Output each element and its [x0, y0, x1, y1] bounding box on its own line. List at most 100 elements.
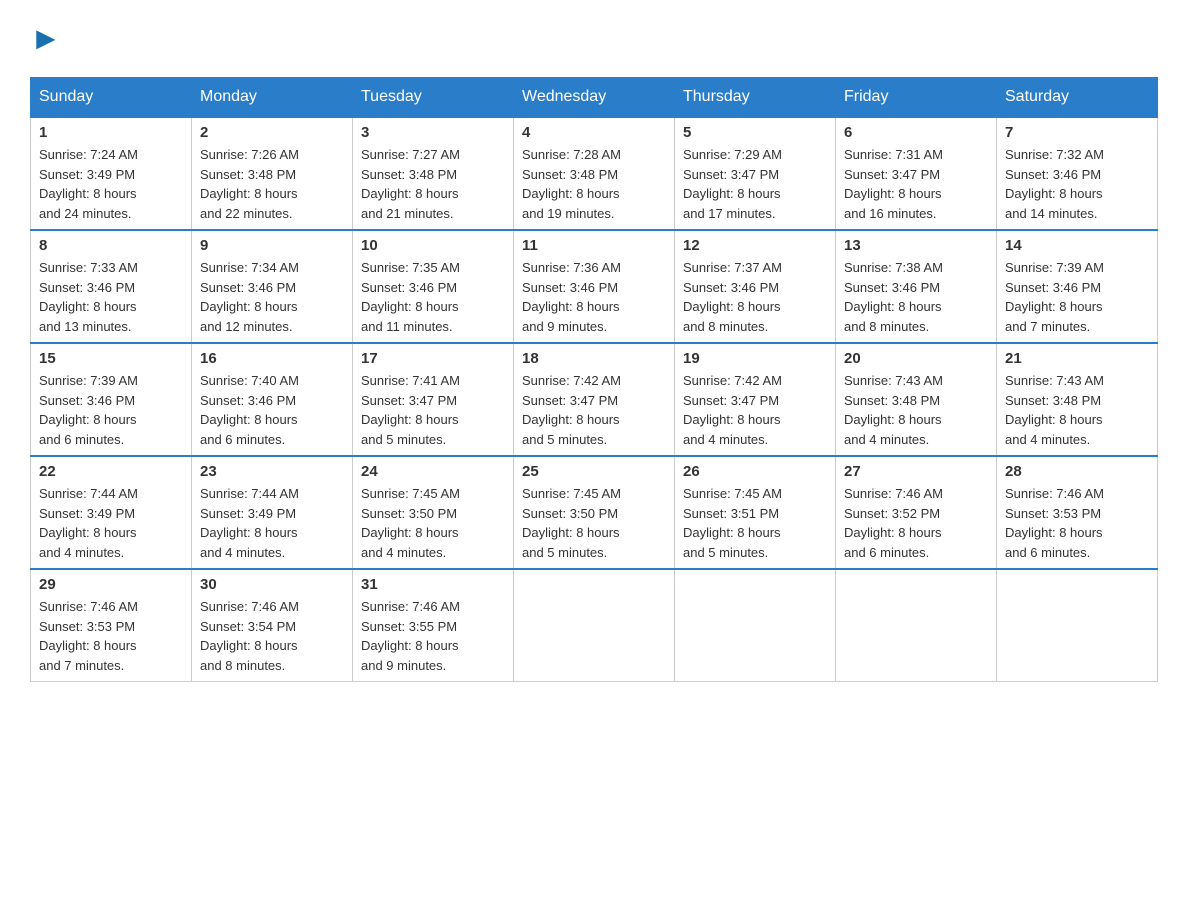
day-number: 27: [844, 463, 988, 480]
day-info: Sunrise: 7:46 AMSunset: 3:55 PMDaylight:…: [361, 597, 505, 675]
calendar-cell: 13 Sunrise: 7:38 AMSunset: 3:46 PMDayligh…: [836, 230, 997, 343]
calendar-header-row: SundayMondayTuesdayWednesdayThursdayFrid…: [31, 78, 1158, 118]
day-info: Sunrise: 7:41 AMSunset: 3:47 PMDaylight:…: [361, 371, 505, 449]
calendar-cell: 9Sunrise: 7:34 AMSunset: 3:46 PMDaylight…: [192, 230, 353, 343]
calendar-cell: 19Sunrise: 7:42 AMSunset: 3:47 PMDayligh…: [675, 343, 836, 456]
day-info: Sunrise: 7:40 AMSunset: 3:46 PMDaylight:…: [200, 371, 344, 449]
day-number: 18: [522, 350, 666, 367]
day-number: 15: [39, 350, 183, 367]
calendar-cell: 12 Sunrise: 7:37 AMSunset: 3:46 PMDayligh…: [675, 230, 836, 343]
day-number: 14: [1005, 237, 1149, 254]
day-number: 31: [361, 576, 505, 593]
day-info: Sunrise: 7:34 AMSunset: 3:46 PMDaylight:…: [200, 258, 344, 336]
day-info: Sunrise: 7:26 AMSunset: 3:48 PMDaylight:…: [200, 145, 344, 223]
day-number: 7: [1005, 124, 1149, 141]
calendar-cell: 11Sunrise: 7:36 AMSunset: 3:46 PMDayligh…: [514, 230, 675, 343]
day-number: 26: [683, 463, 827, 480]
day-number: 4: [522, 124, 666, 141]
day-info: Sunrise: 7:45 AMSunset: 3:50 PMDaylight:…: [522, 484, 666, 562]
day-number: 5: [683, 124, 827, 141]
week-row-4: 22 Sunrise: 7:44 AMSunset: 3:49 PMDayligh…: [31, 456, 1158, 569]
calendar-cell: 7 Sunrise: 7:32 AMSunset: 3:46 PMDaylight…: [997, 117, 1158, 230]
week-row-2: 8 Sunrise: 7:33 AMSunset: 3:46 PMDaylight…: [31, 230, 1158, 343]
logo: ►: [30, 20, 64, 57]
day-info: Sunrise: 7:45 AMSunset: 3:51 PMDaylight:…: [683, 484, 827, 562]
day-number: 8: [39, 237, 183, 254]
week-row-1: 1Sunrise: 7:24 AMSunset: 3:49 PMDaylight…: [31, 117, 1158, 230]
day-number: 17: [361, 350, 505, 367]
day-info: Sunrise: 7:32 AMSunset: 3:46 PMDaylight:…: [1005, 145, 1149, 223]
header-tuesday: Tuesday: [353, 78, 514, 118]
day-info: Sunrise: 7:45 AMSunset: 3:50 PMDaylight:…: [361, 484, 505, 562]
calendar-cell: [836, 569, 997, 682]
day-info: Sunrise: 7:38 AMSunset: 3:46 PMDaylight:…: [844, 258, 988, 336]
day-info: Sunrise: 7:37 AMSunset: 3:46 PMDaylight:…: [683, 258, 827, 336]
calendar-cell: 26 Sunrise: 7:45 AMSunset: 3:51 PMDayligh…: [675, 456, 836, 569]
calendar-cell: 23Sunrise: 7:44 AMSunset: 3:49 PMDayligh…: [192, 456, 353, 569]
logo-arrow-icon: ►: [30, 20, 62, 57]
day-info: Sunrise: 7:46 AMSunset: 3:53 PMDaylight:…: [1005, 484, 1149, 562]
day-info: Sunrise: 7:39 AMSunset: 3:46 PMDaylight:…: [1005, 258, 1149, 336]
header-sunday: Sunday: [31, 78, 192, 118]
header-monday: Monday: [192, 78, 353, 118]
calendar-table: SundayMondayTuesdayWednesdayThursdayFrid…: [30, 77, 1158, 682]
calendar-cell: 6 Sunrise: 7:31 AMSunset: 3:47 PMDaylight…: [836, 117, 997, 230]
page-header: ►: [30, 20, 1158, 57]
header-saturday: Saturday: [997, 78, 1158, 118]
calendar-cell: 22 Sunrise: 7:44 AMSunset: 3:49 PMDayligh…: [31, 456, 192, 569]
calendar-cell: 2Sunrise: 7:26 AMSunset: 3:48 PMDaylight…: [192, 117, 353, 230]
day-info: Sunrise: 7:31 AMSunset: 3:47 PMDaylight:…: [844, 145, 988, 223]
calendar-cell: 17 Sunrise: 7:41 AMSunset: 3:47 PMDayligh…: [353, 343, 514, 456]
header-friday: Friday: [836, 78, 997, 118]
day-info: Sunrise: 7:28 AMSunset: 3:48 PMDaylight:…: [522, 145, 666, 223]
calendar-cell: [675, 569, 836, 682]
day-number: 3: [361, 124, 505, 141]
calendar-cell: 16 Sunrise: 7:40 AMSunset: 3:46 PMDayligh…: [192, 343, 353, 456]
header-thursday: Thursday: [675, 78, 836, 118]
day-number: 19: [683, 350, 827, 367]
day-info: Sunrise: 7:27 AMSunset: 3:48 PMDaylight:…: [361, 145, 505, 223]
calendar-cell: 1Sunrise: 7:24 AMSunset: 3:49 PMDaylight…: [31, 117, 192, 230]
day-number: 10: [361, 237, 505, 254]
day-info: Sunrise: 7:33 AMSunset: 3:46 PMDaylight:…: [39, 258, 183, 336]
calendar-cell: 15 Sunrise: 7:39 AMSunset: 3:46 PMDayligh…: [31, 343, 192, 456]
calendar-cell: 14 Sunrise: 7:39 AMSunset: 3:46 PMDayligh…: [997, 230, 1158, 343]
day-number: 24: [361, 463, 505, 480]
day-info: Sunrise: 7:43 AMSunset: 3:48 PMDaylight:…: [844, 371, 988, 449]
calendar-cell: [514, 569, 675, 682]
calendar-cell: 21Sunrise: 7:43 AMSunset: 3:48 PMDayligh…: [997, 343, 1158, 456]
day-info: Sunrise: 7:46 AMSunset: 3:53 PMDaylight:…: [39, 597, 183, 675]
calendar-cell: 30 Sunrise: 7:46 AMSunset: 3:54 PMDayligh…: [192, 569, 353, 682]
calendar-cell: 31 Sunrise: 7:46 AMSunset: 3:55 PMDayligh…: [353, 569, 514, 682]
day-number: 16: [200, 350, 344, 367]
day-info: Sunrise: 7:42 AMSunset: 3:47 PMDaylight:…: [522, 371, 666, 449]
day-info: Sunrise: 7:44 AMSunset: 3:49 PMDaylight:…: [200, 484, 344, 562]
calendar-cell: 28 Sunrise: 7:46 AMSunset: 3:53 PMDayligh…: [997, 456, 1158, 569]
day-info: Sunrise: 7:46 AMSunset: 3:54 PMDaylight:…: [200, 597, 344, 675]
day-number: 6: [844, 124, 988, 141]
day-number: 21: [1005, 350, 1149, 367]
day-number: 29: [39, 576, 183, 593]
day-info: Sunrise: 7:29 AMSunset: 3:47 PMDaylight:…: [683, 145, 827, 223]
day-number: 11: [522, 237, 666, 254]
day-number: 22: [39, 463, 183, 480]
calendar-cell: 3 Sunrise: 7:27 AMSunset: 3:48 PMDaylight…: [353, 117, 514, 230]
day-number: 12: [683, 237, 827, 254]
day-number: 13: [844, 237, 988, 254]
day-number: 25: [522, 463, 666, 480]
day-info: Sunrise: 7:35 AMSunset: 3:46 PMDaylight:…: [361, 258, 505, 336]
calendar-cell: 29 Sunrise: 7:46 AMSunset: 3:53 PMDayligh…: [31, 569, 192, 682]
calendar-cell: 27Sunrise: 7:46 AMSunset: 3:52 PMDayligh…: [836, 456, 997, 569]
header-wednesday: Wednesday: [514, 78, 675, 118]
week-row-3: 15 Sunrise: 7:39 AMSunset: 3:46 PMDayligh…: [31, 343, 1158, 456]
day-info: Sunrise: 7:39 AMSunset: 3:46 PMDaylight:…: [39, 371, 183, 449]
day-number: 30: [200, 576, 344, 593]
calendar-cell: 24 Sunrise: 7:45 AMSunset: 3:50 PMDayligh…: [353, 456, 514, 569]
calendar-cell: 5 Sunrise: 7:29 AMSunset: 3:47 PMDaylight…: [675, 117, 836, 230]
calendar-cell: 10 Sunrise: 7:35 AMSunset: 3:46 PMDayligh…: [353, 230, 514, 343]
calendar-cell: 20 Sunrise: 7:43 AMSunset: 3:48 PMDayligh…: [836, 343, 997, 456]
day-info: Sunrise: 7:44 AMSunset: 3:49 PMDaylight:…: [39, 484, 183, 562]
day-number: 20: [844, 350, 988, 367]
day-number: 28: [1005, 463, 1149, 480]
week-row-5: 29 Sunrise: 7:46 AMSunset: 3:53 PMDayligh…: [31, 569, 1158, 682]
